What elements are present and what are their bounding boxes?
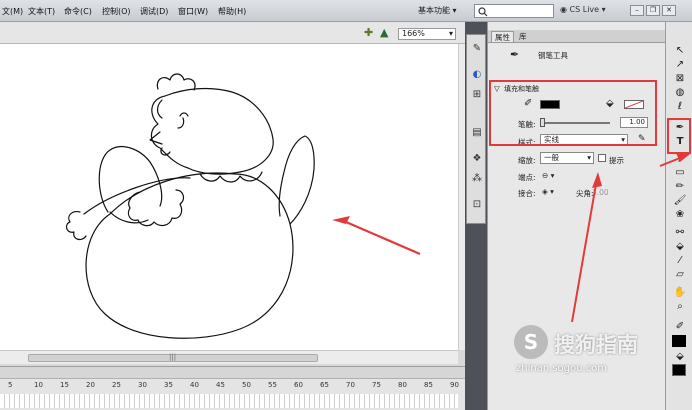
sogou-logo-icon: S (514, 325, 548, 359)
zoom-tool-icon[interactable]: ⌕ (673, 300, 687, 313)
timeline-tick-label: 10 (34, 381, 43, 389)
edit-symbols-icon[interactable]: ✚ (364, 26, 373, 39)
menu-text[interactable]: 文本(T) (28, 6, 55, 17)
deco-tool-icon[interactable]: ❀ (673, 208, 687, 221)
timeline-tick-label: 30 (138, 381, 147, 389)
search-input[interactable] (474, 4, 554, 18)
stage-canvas[interactable] (0, 44, 458, 350)
workspace-switcher[interactable]: 基本功能 ▾ (418, 5, 457, 16)
eraser-tool-icon[interactable]: ▱ (673, 268, 687, 281)
minimize-button[interactable]: – (630, 5, 644, 16)
zoom-select[interactable]: 166% ▾ (398, 28, 456, 40)
timeline: 5 10 15 20 25 30 35 40 45 50 55 60 65 70 75 80 85 90 (0, 366, 465, 410)
annotation-arrow (332, 216, 421, 256)
watermark-brand: 搜狗指南 (554, 333, 638, 357)
library-panel-icon[interactable]: ⊡ (471, 199, 483, 211)
edit-scene-icon[interactable]: ▲ (380, 26, 388, 39)
close-button[interactable]: ✕ (662, 5, 676, 16)
transform-panel-icon[interactable]: ▤ (471, 127, 483, 139)
chevron-down-icon: ▾ (448, 29, 453, 38)
close-icon: ✕ (666, 6, 672, 14)
paint-bucket-icon[interactable]: ⬙ (673, 240, 687, 253)
3d-rotation-icon[interactable]: ◍ (673, 86, 687, 99)
lasso-tool-icon[interactable]: ℓ (673, 100, 687, 113)
timeline-tick-label: 5 (8, 381, 13, 389)
search-icon (478, 7, 488, 17)
timeline-tick-label: 60 (294, 381, 303, 389)
timeline-tick-label: 80 (398, 381, 407, 389)
timeline-tick-label: 35 (164, 381, 173, 389)
scroll-grip: ||| (169, 353, 177, 361)
cs-live-button[interactable]: ◉ CS Live ▾ (560, 5, 606, 14)
scroll-thumb[interactable]: ||| (28, 353, 318, 362)
timeline-tick-label: 45 (216, 381, 225, 389)
timeline-tick-label: 55 (268, 381, 277, 389)
sogou-watermark: S 搜狗指南 zhinan.sogou.com (514, 325, 684, 375)
align-panel-icon[interactable]: ⊞ (471, 89, 483, 101)
restore-button[interactable]: ❐ (646, 5, 660, 16)
minimize-icon: – (635, 6, 639, 14)
pen-tool-highlight (667, 118, 691, 154)
timeline-tick-label: 40 (190, 381, 199, 389)
menu-bar: 文(M) 文本(T) 命令(C) 控制(O) 调试(D) 窗口(W) 帮助(H)… (0, 0, 692, 22)
brush-tool-icon[interactable]: 🖌 (673, 194, 687, 207)
selection-tool-icon[interactable]: ↖ (673, 44, 687, 57)
motion-panel-icon[interactable]: ⁂ (471, 173, 483, 185)
menu-control[interactable]: 控制(O) (102, 6, 131, 17)
timeline-tick-label: 75 (372, 381, 381, 389)
menu-commands[interactable]: 命令(C) (64, 6, 92, 17)
workspace-label: 基本功能 (418, 6, 450, 15)
timeline-tick-label: 85 (424, 381, 433, 389)
fill-stroke-highlight (489, 80, 657, 146)
timeline-tick-label: 65 (320, 381, 329, 389)
eyedropper-icon[interactable]: ⁄ (673, 254, 687, 267)
menu-help[interactable]: 帮助(H) (218, 6, 246, 17)
watermark-url: zhinan.sogou.com (516, 363, 608, 374)
subselection-tool-icon[interactable]: ↗ (673, 58, 687, 71)
free-transform-icon[interactable]: ⊠ (673, 72, 687, 85)
menu-window[interactable]: 窗口(W) (178, 6, 208, 17)
timeline-frames[interactable] (0, 394, 458, 408)
horizontal-scrollbar[interactable]: ||| (0, 350, 458, 364)
pencil-tool-icon[interactable]: ✏ (673, 180, 687, 193)
timeline-tick-label: 90 (450, 381, 459, 389)
menu-file[interactable]: 文(M) (2, 6, 23, 17)
timeline-tick-label: 25 (112, 381, 121, 389)
components-panel-icon[interactable]: ❖ (471, 153, 483, 165)
menu-debug[interactable]: 调试(D) (140, 6, 168, 17)
bone-tool-icon[interactable]: ⚯ (673, 226, 687, 239)
timeline-tick-label: 15 (60, 381, 69, 389)
collapsed-panel-icons: ✎ ◐ ⊞ ▤ ❖ ⁂ ⊡ (466, 34, 486, 224)
restore-icon: ❐ (649, 6, 657, 14)
vertical-scrollbar[interactable] (458, 44, 465, 350)
zoom-value: 166% (402, 29, 425, 38)
rectangle-tool-icon[interactable]: ▭ (673, 166, 687, 179)
cs-live-label: CS Live (569, 5, 600, 14)
stage-toolbar: ✚ ▲ (0, 22, 465, 44)
timeline-tick-label: 70 (346, 381, 355, 389)
timeline-header (0, 367, 465, 379)
color-panel-icon[interactable]: ◐ (471, 69, 483, 81)
tools-panel-icon[interactable]: ✎ (471, 43, 483, 55)
timeline-tick-label: 20 (86, 381, 95, 389)
hand-tool-icon[interactable]: ✋ (673, 286, 687, 299)
timeline-tick-label: 50 (242, 381, 251, 389)
